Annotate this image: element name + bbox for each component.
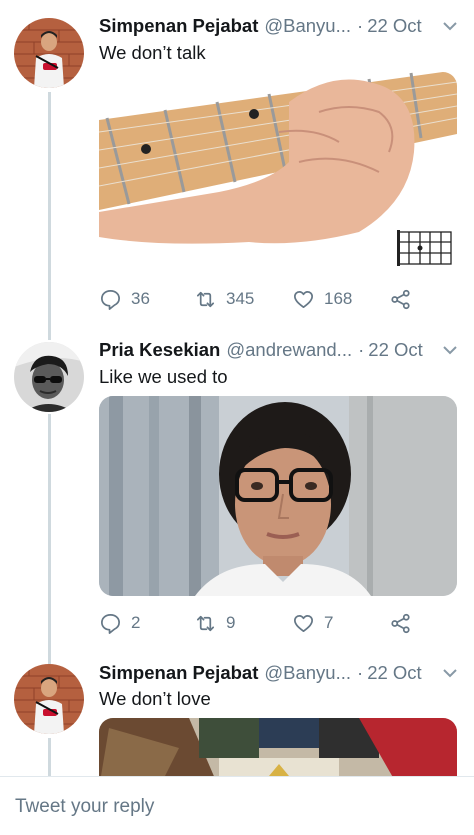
reply-count: 36 [131, 289, 150, 308]
chevron-down-icon[interactable] [440, 663, 460, 683]
reply-input[interactable]: Tweet your reply [15, 796, 154, 818]
tweet-header: Pria Kesekian @andrewand... · 22 Oct [99, 338, 460, 362]
share-button[interactable] [389, 610, 421, 636]
reply-count: 2 [131, 613, 141, 632]
avatar[interactable] [14, 342, 84, 412]
retweet-count: 345 [226, 289, 255, 308]
tweet-header: Simpenan Pejabat @Banyu... · 22 Oct [99, 14, 460, 38]
retweet-icon [196, 291, 215, 307]
tweet-date[interactable]: 22 Oct [368, 339, 423, 361]
like-count: 7 [324, 613, 334, 632]
author-name[interactable]: Simpenan Pejabat [99, 662, 258, 684]
separator-dot: · [357, 662, 364, 683]
tweet-media[interactable] [99, 72, 457, 270]
retweet-icon [196, 615, 215, 631]
like-icon [294, 614, 313, 632]
chevron-down-icon[interactable] [440, 340, 460, 360]
reply-bar: Tweet your reply [0, 776, 474, 835]
tweet-text: Like we used to [99, 366, 228, 387]
author-name[interactable]: Pria Kesekian [99, 339, 220, 361]
tweet[interactable]: Simpenan Pejabat @Banyu... · 22 Oct We d… [0, 650, 474, 788]
tweet-text: We don’t talk [99, 42, 206, 63]
avatar[interactable] [14, 664, 84, 734]
author-handle[interactable]: @Banyu... [264, 662, 351, 684]
reply-button[interactable]: 36 [99, 286, 150, 312]
separator-dot: · [357, 15, 364, 36]
like-button[interactable]: 168 [292, 286, 352, 312]
tweet-text: We don’t love [99, 688, 211, 709]
author-name[interactable]: Simpenan Pejabat [99, 15, 258, 37]
like-count: 168 [324, 289, 353, 308]
retweet-button[interactable]: 345 [194, 286, 254, 312]
reply-icon [101, 289, 120, 310]
reply-icon [101, 613, 120, 634]
retweet-button[interactable]: 9 [194, 610, 235, 636]
like-icon [294, 290, 313, 308]
separator-dot: · [358, 339, 365, 360]
tweet-date[interactable]: 22 Oct [367, 662, 422, 684]
share-icon [391, 289, 410, 309]
share-button[interactable] [389, 286, 421, 312]
tweet-header: Simpenan Pejabat @Banyu... · 22 Oct [99, 661, 460, 685]
avatar[interactable] [14, 18, 84, 88]
chevron-down-icon[interactable] [440, 16, 460, 36]
reply-button[interactable]: 2 [99, 610, 140, 636]
author-handle[interactable]: @andrewand... [226, 339, 352, 361]
share-icon [391, 613, 410, 633]
like-button[interactable]: 7 [292, 610, 333, 636]
tweet[interactable]: Simpenan Pejabat @Banyu... · 22 Oct We d… [0, 0, 474, 330]
tweet-actions: 2 9 7 [99, 610, 429, 636]
tweet-actions: 36 345 168 [99, 286, 429, 312]
tweet-date[interactable]: 22 Oct [367, 15, 422, 37]
retweet-count: 9 [226, 613, 236, 632]
tweet-media[interactable] [99, 396, 457, 596]
tweet[interactable]: Pria Kesekian @andrewand... · 22 Oct Lik… [0, 330, 474, 650]
author-handle[interactable]: @Banyu... [264, 15, 351, 37]
